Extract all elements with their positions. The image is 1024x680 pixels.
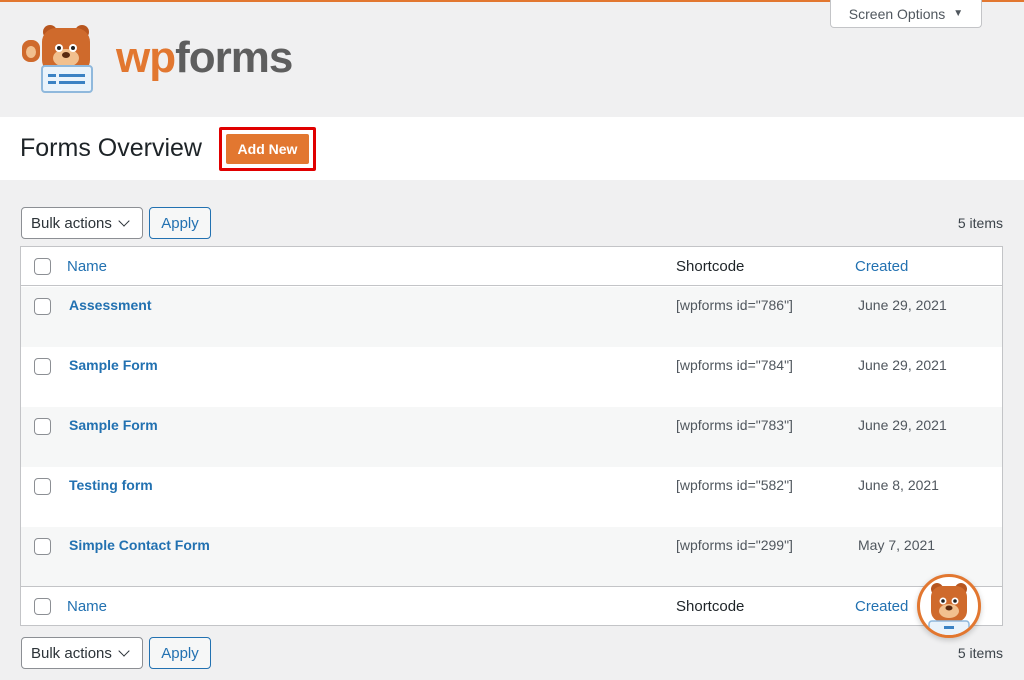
column-header-shortcode: Shortcode (676, 257, 745, 275)
column-footer-shortcode: Shortcode (676, 597, 745, 615)
screen-options-label: Screen Options (848, 5, 946, 22)
page-header: Forms Overview Add New (0, 117, 1024, 180)
bear-mascot-icon (928, 583, 970, 635)
items-count-bottom: 5 items (957, 645, 1003, 661)
select-all-checkbox[interactable] (34, 257, 51, 275)
form-name-link[interactable]: Sample Form (69, 357, 158, 373)
form-name-link[interactable]: Sample Form (69, 417, 158, 433)
column-footer-name[interactable]: Name (67, 598, 107, 615)
created-cell: May 7, 2021 (858, 537, 936, 553)
table-row: Assessment [wpforms id="786"] June 29, 2… (21, 287, 1002, 347)
wpforms-wordmark: wpforms (116, 33, 293, 82)
table-row: Simple Contact Form [wpforms id="299"] M… (21, 527, 1002, 587)
bulk-actions-select-bottom[interactable]: Bulk actions (21, 637, 143, 669)
created-cell: June 29, 2021 (858, 297, 947, 313)
wpforms-logo: wpforms (18, 22, 293, 94)
shortcode-cell: [wpforms id="783"] (676, 417, 793, 433)
help-mascot-button[interactable] (917, 574, 981, 638)
created-cell: June 29, 2021 (858, 417, 947, 433)
shortcode-cell: [wpforms id="784"] (676, 357, 793, 373)
created-cell: June 8, 2021 (858, 477, 939, 493)
column-header-name[interactable]: Name (67, 258, 107, 275)
page-title: Forms Overview (20, 134, 202, 162)
add-new-button[interactable]: Add New (226, 134, 309, 164)
form-name-link[interactable]: Testing form (69, 477, 153, 493)
row-checkbox[interactable] (34, 298, 51, 315)
tablenav-bottom: Bulk actions Apply 5 items (21, 637, 1003, 669)
table-row: Sample Form [wpforms id="784"] June 29, … (21, 347, 1002, 407)
bulk-actions-select[interactable]: Bulk actions (21, 207, 143, 239)
form-name-link[interactable]: Assessment (69, 297, 152, 313)
row-checkbox[interactable] (34, 418, 51, 435)
caret-down-icon: ▼ (953, 8, 964, 19)
column-header-created[interactable]: Created (855, 258, 908, 275)
table-row: Sample Form [wpforms id="783"] June 29, … (21, 407, 1002, 467)
table-footer-row: Name Shortcode Created (21, 586, 1002, 625)
chevron-down-icon (118, 644, 130, 657)
screen-options-button[interactable]: Screen Options ▼ (830, 0, 982, 28)
bulk-actions-label: Bulk actions (31, 644, 112, 662)
table-header-row: Name Shortcode Created (21, 247, 1002, 286)
created-cell: June 29, 2021 (858, 357, 947, 373)
row-checkbox[interactable] (34, 358, 51, 375)
form-name-link[interactable]: Simple Contact Form (69, 537, 210, 553)
apply-button[interactable]: Apply (149, 207, 211, 239)
chevron-down-icon (118, 214, 130, 227)
shortcode-cell: [wpforms id="299"] (676, 537, 793, 553)
select-all-checkbox-footer[interactable] (34, 597, 51, 615)
column-footer-created[interactable]: Created (855, 598, 908, 615)
apply-button-bottom[interactable]: Apply (149, 637, 211, 669)
forms-table: Name Shortcode Created Assessment [wpfor… (20, 246, 1003, 626)
add-new-highlight: Add New (219, 127, 316, 171)
row-checkbox[interactable] (34, 478, 51, 495)
bear-mascot-icon (22, 25, 93, 93)
tablenav-top: Bulk actions Apply 5 items (21, 207, 1003, 239)
bulk-actions-label: Bulk actions (31, 214, 112, 232)
shortcode-cell: [wpforms id="786"] (676, 297, 793, 313)
items-count: 5 items (957, 215, 1003, 231)
table-row: Testing form [wpforms id="582"] June 8, … (21, 467, 1002, 527)
row-checkbox[interactable] (34, 538, 51, 555)
shortcode-cell: [wpforms id="582"] (676, 477, 793, 493)
